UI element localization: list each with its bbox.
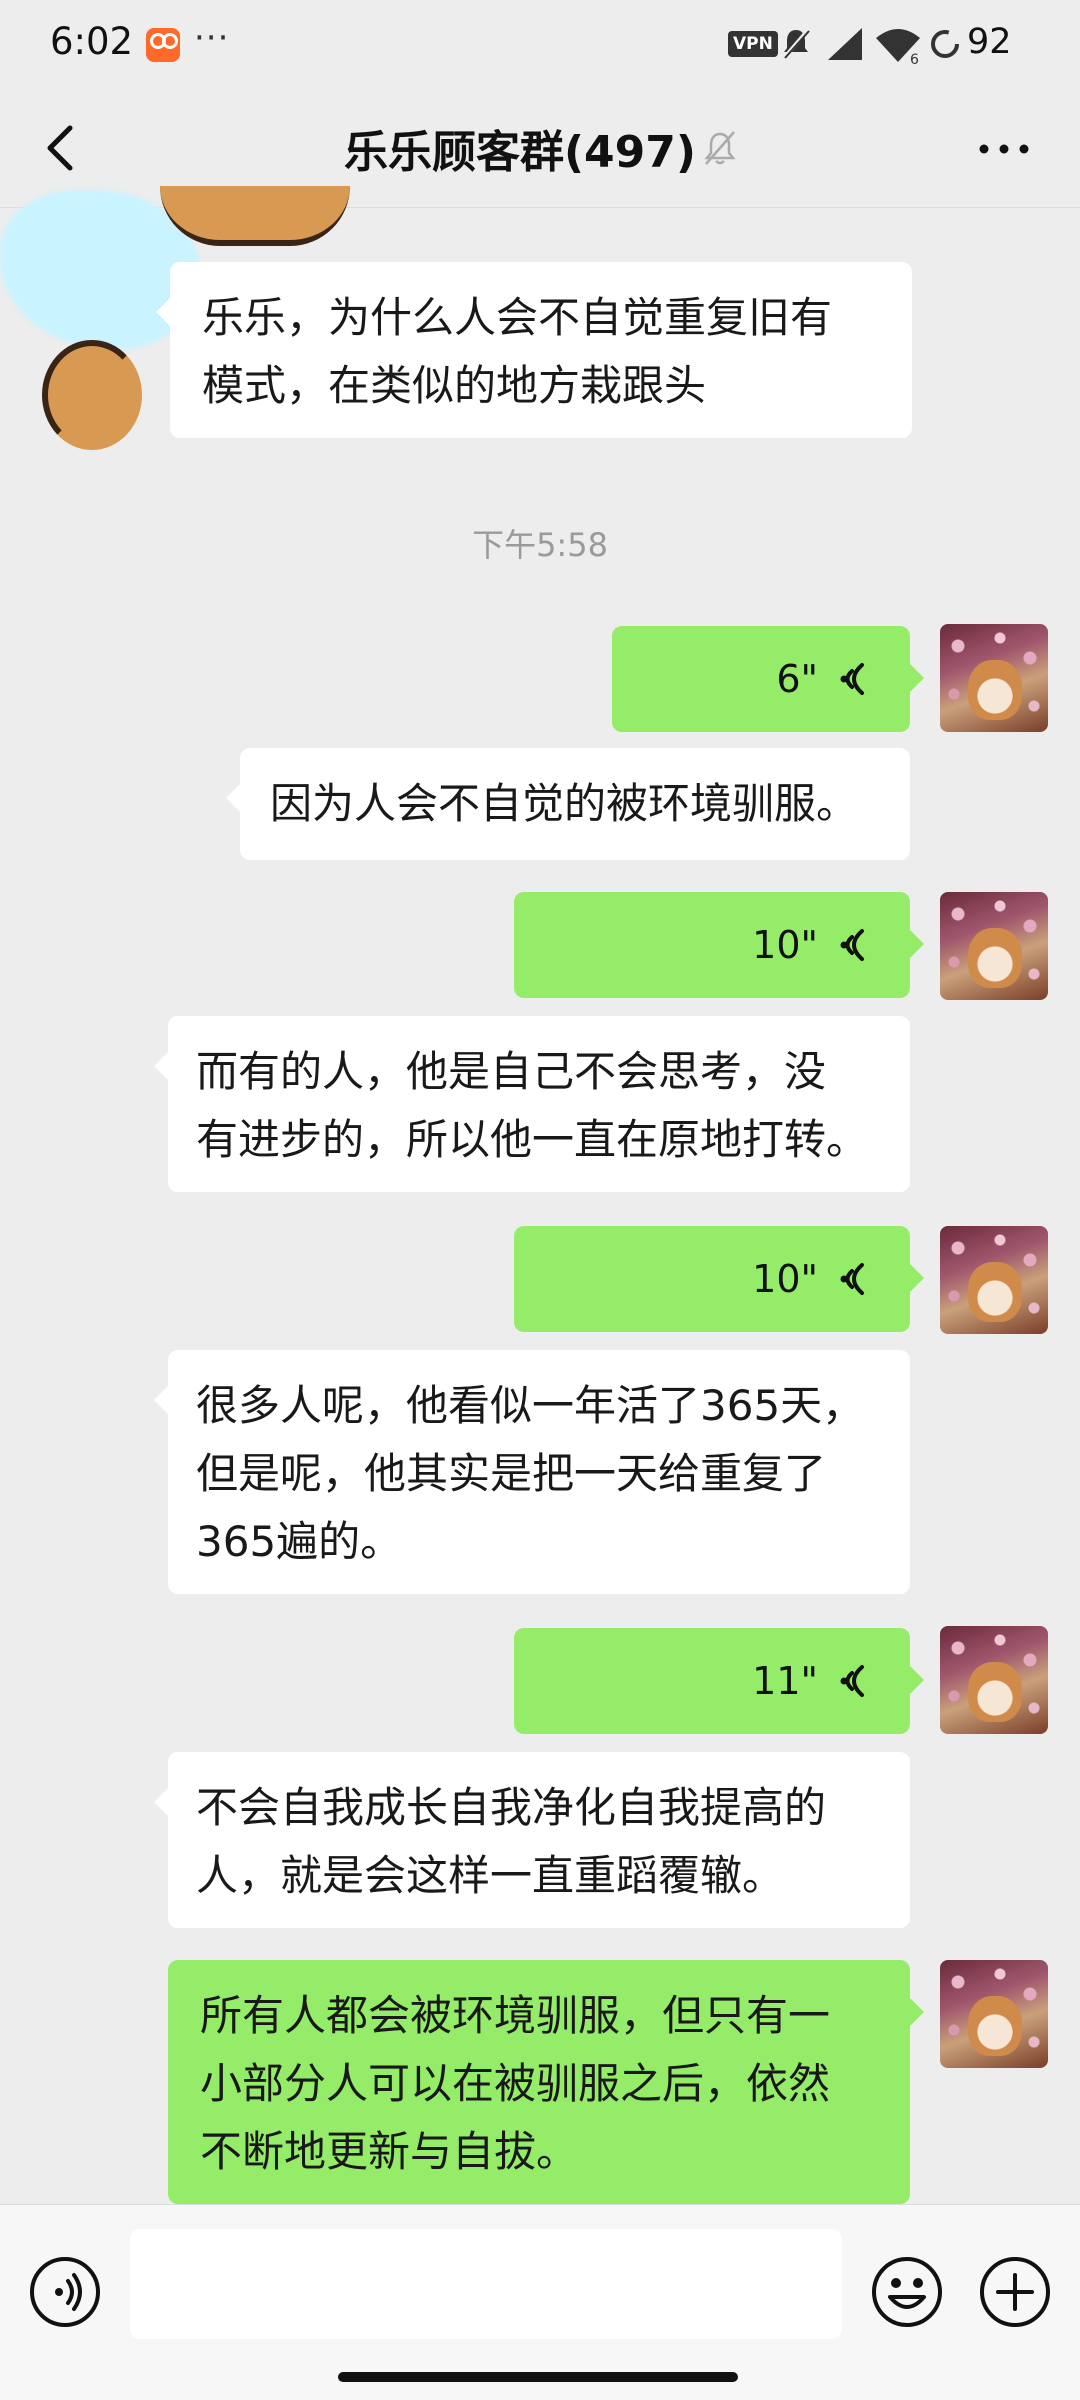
signal-icon: [828, 28, 862, 60]
wifi-icon: 6: [876, 29, 920, 66]
message-line: 乐乐，为什么人会不自觉重复旧有: [202, 293, 833, 342]
voice-message-bubble[interactable]: 6": [612, 626, 924, 732]
vpn-badge: VPN: [728, 31, 778, 57]
bell-off-icon: [704, 131, 736, 165]
message-bubble-text[interactable]: 而有的人，他是自己不会思考，没 有进步的，所以他一直在原地打转。: [154, 1016, 910, 1192]
message-line: 有进步的，所以他一直在原地打转。: [196, 1115, 869, 1164]
voice-message-bubble[interactable]: 11": [514, 1628, 924, 1734]
message-line: 不会自我成长自我净化自我提高的: [196, 1783, 827, 1832]
message-timestamp: 下午5:58: [472, 526, 608, 564]
more-options-button[interactable]: [972, 124, 1036, 174]
message-line: 很多人呢，他看似一年活了365天，: [196, 1381, 865, 1430]
home-indicator[interactable]: [338, 2372, 738, 2382]
message-line: 人，就是会这样一直重蹈覆辙。: [196, 1851, 785, 1900]
message-line: 所有人都会被环境驯服，但只有一: [200, 1991, 831, 2040]
more-notifications-icon: ···: [194, 18, 230, 58]
message-input[interactable]: [130, 2229, 842, 2339]
avatar[interactable]: [940, 1960, 1048, 2068]
voice-duration: 6": [776, 657, 818, 701]
sticker-image-part: [42, 340, 142, 450]
voice-duration: 10": [752, 1257, 818, 1301]
voice-wave-icon: [840, 929, 864, 961]
sticker-image-part: [160, 186, 350, 246]
message-bubble-text[interactable]: 很多人呢，他看似一年活了365天， 但是呢，他其实是把一天给重复了 365遍的。: [154, 1350, 910, 1594]
status-bar: 6:02 ··· VPN 6 92: [0, 0, 1080, 90]
message-line: 因为人会不自觉的被环境驯服。: [270, 779, 859, 828]
battery-level: 92: [967, 22, 1012, 62]
svg-text:6: 6: [910, 52, 919, 66]
voice-message-bubble[interactable]: 10": [514, 1226, 924, 1332]
message-line: 365遍的。: [196, 1517, 403, 1566]
message-line: 但是呢，他其实是把一天给重复了: [196, 1449, 827, 1498]
chat-title: 乐乐顾客群(497): [343, 127, 697, 178]
voice-duration: 11": [752, 1659, 818, 1703]
app-notification-icon: [146, 28, 180, 62]
voice-wave-icon: [840, 1665, 864, 1697]
message-line: 不断地更新与自拔。: [200, 2127, 579, 2176]
voice-input-icon[interactable]: [28, 2255, 102, 2329]
status-time: 6:02: [50, 20, 134, 63]
voice-wave-icon: [840, 1263, 864, 1295]
message-input-bar: [0, 2204, 1080, 2400]
battery-saver-icon: [931, 30, 959, 58]
voice-wave-icon: [840, 663, 864, 695]
emoji-icon[interactable]: [870, 2255, 944, 2329]
message-bubble-text[interactable]: 不会自我成长自我净化自我提高的 人，就是会这样一直重蹈覆辙。: [154, 1752, 910, 1928]
message-bubble-text[interactable]: 因为人会不自觉的被环境驯服。: [226, 748, 910, 860]
voice-message-bubble[interactable]: 10": [514, 892, 924, 998]
message-line: 而有的人，他是自己不会思考，没: [196, 1047, 827, 1096]
avatar[interactable]: [940, 1626, 1048, 1734]
message-line: 模式，在类似的地方栽跟头: [202, 361, 707, 410]
plus-circle-icon[interactable]: [978, 2255, 1052, 2329]
avatar[interactable]: [940, 892, 1048, 1000]
message-line: 小部分人可以在被驯服之后，依然: [200, 2059, 831, 2108]
message-bubble-text[interactable]: 乐乐，为什么人会不自觉重复旧有 模式，在类似的地方栽跟头: [156, 262, 912, 438]
message-bubble-text[interactable]: 所有人都会被环境驯服，但只有一 小部分人可以在被驯服之后，依然 不断地更新与自拔…: [168, 1960, 924, 2204]
avatar[interactable]: [940, 1226, 1048, 1334]
bell-muted-icon: [782, 28, 810, 60]
voice-duration: 10": [752, 923, 818, 967]
avatar[interactable]: [940, 624, 1048, 732]
